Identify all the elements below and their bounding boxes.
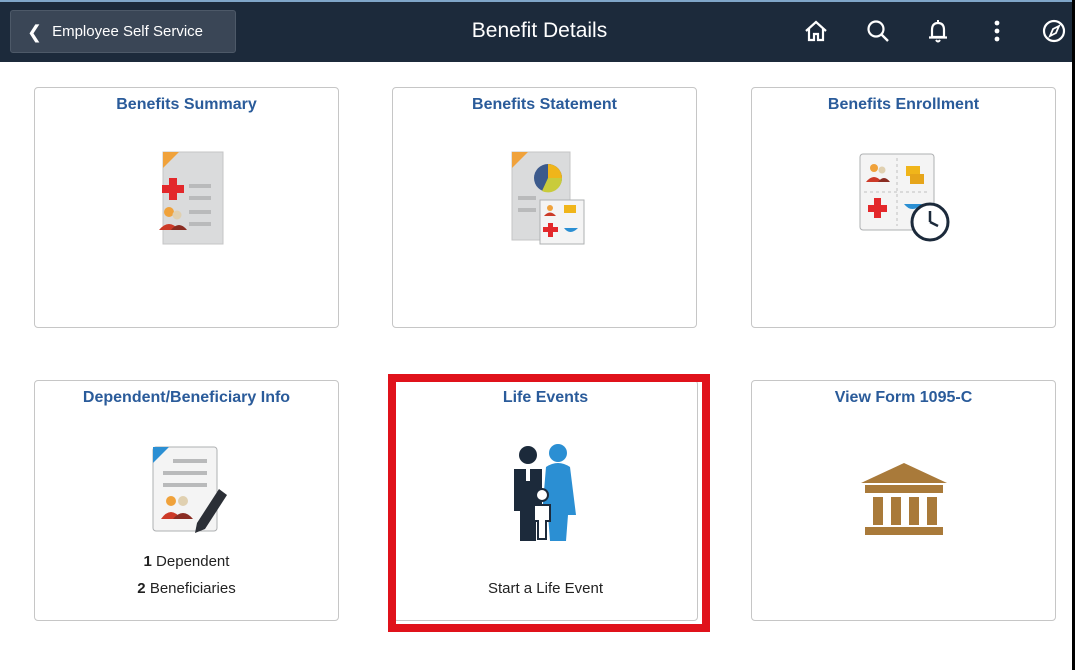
- back-button[interactable]: ❮ Employee Self Service: [10, 10, 236, 53]
- tile-benefits-summary[interactable]: Benefits Summary: [34, 87, 339, 328]
- actions-menu-icon[interactable]: [983, 17, 1011, 45]
- beneficiary-label: Beneficiaries: [149, 580, 236, 597]
- tile-title: Dependent/Beneficiary Info: [82, 389, 291, 406]
- home-icon[interactable]: [802, 17, 830, 45]
- window-edge-fill: [1075, 0, 1079, 670]
- tile-title: Benefits Summary: [116, 96, 257, 113]
- benefits-enrollment-icon: [752, 148, 1055, 248]
- dependent-count-line: 1 Dependent: [35, 553, 338, 570]
- beneficiary-count-line: 2 Beneficiaries: [35, 580, 338, 597]
- tile-view-form-1095c[interactable]: View Form 1095-C: [751, 380, 1056, 621]
- family-icon: [394, 441, 697, 545]
- beneficiary-count: 2: [137, 580, 146, 597]
- benefits-summary-icon: [35, 148, 338, 246]
- navbar-icon[interactable]: [1040, 17, 1068, 45]
- tile-title: Benefits Enrollment: [827, 96, 980, 113]
- notifications-icon[interactable]: [924, 17, 952, 45]
- tile-title: Benefits Statement: [472, 96, 617, 113]
- back-button-label: Employee Self Service: [52, 23, 203, 40]
- tile-title: Life Events: [502, 389, 589, 406]
- chevron-left-icon: ❮: [27, 21, 43, 42]
- building-icon: [752, 461, 1055, 539]
- tile-title: View Form 1095-C: [834, 389, 973, 406]
- life-event-subtitle: Start a Life Event: [487, 580, 604, 597]
- tile-benefits-enrollment[interactable]: Benefits Enrollment: [751, 87, 1056, 328]
- tile-dependent-beneficiary-info[interactable]: Dependent/Beneficiary Info 1 Dependent 2…: [34, 380, 339, 621]
- tile-life-events[interactable]: Life Events Start a Life Event: [393, 380, 698, 621]
- top-banner: ❮ Employee Self Service Benefit Details: [0, 0, 1072, 62]
- benefits-statement-icon: [393, 148, 696, 248]
- dependent-beneficiary-icon: [35, 443, 338, 535]
- header-top-rule: [0, 0, 1072, 2]
- dependent-count: 1: [143, 553, 152, 570]
- search-icon[interactable]: [864, 17, 892, 45]
- dependent-label: Dependent: [156, 553, 230, 570]
- tile-benefits-statement[interactable]: Benefits Statement: [392, 87, 697, 328]
